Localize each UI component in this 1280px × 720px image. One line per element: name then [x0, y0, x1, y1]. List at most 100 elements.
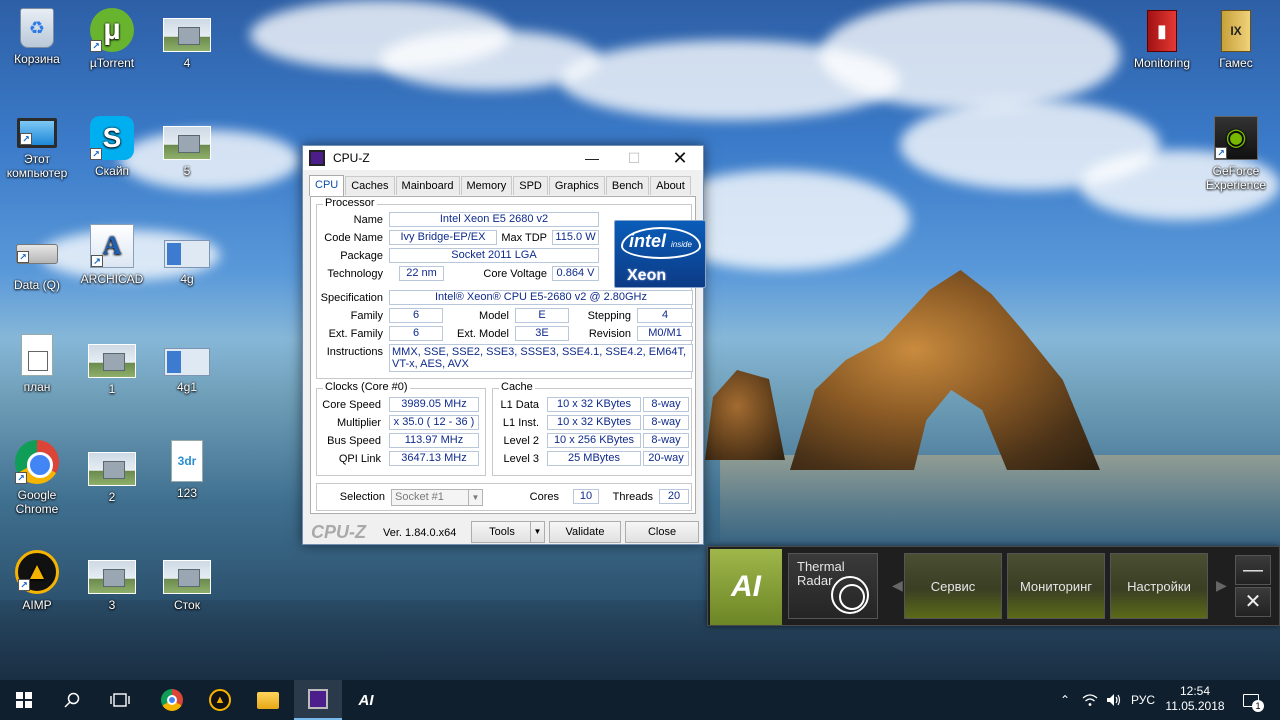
- close-window-button[interactable]: ✕: [657, 146, 703, 170]
- taskbar-ai-suite[interactable]: AI: [342, 680, 390, 720]
- name-value: Intel Xeon E5 2680 v2: [389, 212, 599, 227]
- 3dr-file-icon: 3dr: [171, 440, 203, 482]
- wifi-icon[interactable]: [1080, 680, 1100, 720]
- name-label: Name: [353, 214, 383, 226]
- taskbar-chrome[interactable]: [148, 680, 196, 720]
- corevoltage-value: 0.864 V: [552, 266, 599, 281]
- technology-value: 22 nm: [399, 266, 444, 281]
- gadget-logo[interactable]: AI: [710, 549, 782, 625]
- socket-select[interactable]: Socket #1 ▼: [391, 489, 483, 506]
- desktop-icon-utorrent[interactable]: µ ↗ µTorrent: [72, 8, 152, 70]
- taskbar-clock[interactable]: 12:54 11.05.2018: [1160, 684, 1230, 714]
- tab-cpu[interactable]: CPU: [309, 175, 345, 196]
- book-icon: ▮: [1147, 10, 1177, 52]
- task-view-button[interactable]: [96, 680, 144, 720]
- desktop-icon-5[interactable]: 5: [147, 126, 227, 178]
- extfamily-value: 6: [389, 326, 443, 341]
- revision-label: Revision: [588, 328, 631, 340]
- skype-icon: S ↗: [90, 116, 134, 160]
- qpilink-label: QPI Link: [338, 453, 381, 465]
- desktop-icon-games[interactable]: IX Гамес: [1196, 10, 1276, 70]
- version-text: Ver. 1.84.0.x64: [383, 527, 457, 539]
- processor-group-label: Processor: [323, 197, 377, 209]
- clock-date: 11.05.2018: [1165, 699, 1225, 713]
- input-language-indicator[interactable]: РУС: [1128, 680, 1158, 720]
- minimize-icon: —: [1243, 559, 1263, 581]
- action-center-button[interactable]: 1: [1234, 680, 1268, 720]
- house-image-icon: [88, 560, 136, 594]
- stepping-value: 4: [637, 308, 693, 323]
- desktop-icon-google-chrome[interactable]: ↗ Google Chrome: [0, 440, 77, 516]
- desktop-icon-this-computer[interactable]: ↗ Этот компьютер: [0, 118, 77, 180]
- thermal-radar-gadget: AI Thermal Radar ◀ Сервис Мониторинг Нас…: [707, 546, 1280, 626]
- desktop-icon-4g1[interactable]: 4g1: [147, 348, 227, 394]
- search-button[interactable]: [48, 680, 96, 720]
- tab-spd[interactable]: SPD: [513, 176, 548, 195]
- desktop-icon-123[interactable]: 3dr 123: [147, 440, 227, 500]
- gadget-minimize-button[interactable]: —: [1235, 555, 1271, 585]
- codename-value: Ivy Bridge-EP/EX: [389, 230, 497, 245]
- menu-monitoring[interactable]: Мониторинг: [1007, 553, 1105, 619]
- corespeed-value: 3989.05 MHz: [389, 397, 479, 412]
- multiplier-value: x 35.0 ( 12 - 36 ): [389, 415, 479, 430]
- extfamily-label: Ext. Family: [328, 328, 383, 340]
- taskbar-file-explorer[interactable]: [244, 680, 292, 720]
- busspeed-label: Bus Speed: [327, 435, 381, 447]
- cpuz-footer: CPU-Z Ver. 1.84.0.x64 Tools ▼ Validate C…: [303, 518, 703, 544]
- cache-l1data-size: 10 x 32 KBytes: [547, 397, 641, 412]
- tray-chevron-up-icon[interactable]: ⌃: [1056, 680, 1074, 720]
- tab-caches[interactable]: Caches: [345, 176, 395, 195]
- gadget-close-button[interactable]: ✕: [1235, 587, 1271, 617]
- desktop-icon-data-drive[interactable]: ↗ Data (Q): [0, 230, 77, 292]
- windows-logo-icon: [16, 692, 32, 708]
- desktop-icon-aimp[interactable]: ▲ ↗ AIMP: [0, 550, 77, 612]
- clocks-group: Clocks (Core #0) Core Speed 3989.05 MHz …: [316, 381, 486, 476]
- desktop-icon-recycle-bin[interactable]: ♻ Корзина: [0, 8, 77, 66]
- computer-icon: ↗: [17, 118, 57, 148]
- desktop-icon-2[interactable]: 2: [72, 452, 152, 504]
- utorrent-icon: µ ↗: [90, 8, 134, 52]
- menu-settings[interactable]: Настройки: [1110, 553, 1208, 619]
- desktop-icon-4[interactable]: 4: [147, 18, 227, 70]
- desktop-icon-geforce-experience[interactable]: ◉ ↗ GeForce Experience: [1196, 116, 1276, 192]
- desktop-icon-skype[interactable]: S ↗ Скайп: [72, 116, 152, 178]
- scroll-right-icon[interactable]: ▶: [1216, 577, 1227, 594]
- volume-icon[interactable]: [1104, 680, 1124, 720]
- tab-bench[interactable]: Bench: [605, 176, 650, 195]
- desktop-icon-4g[interactable]: 4g: [147, 240, 227, 286]
- desktop-icon-1[interactable]: 1: [72, 344, 152, 396]
- desktop-icon-archicad[interactable]: A ↗ ARCHICAD: [72, 224, 152, 286]
- corevoltage-label: Core Voltage: [483, 268, 547, 280]
- tab-about[interactable]: About: [650, 176, 691, 195]
- thermal-radar-tile[interactable]: Thermal Radar: [788, 553, 878, 619]
- processor-group: Processor Name Intel Xeon E5 2680 v2 Cod…: [316, 197, 706, 379]
- cache-l2-size: 10 x 256 KBytes: [547, 433, 641, 448]
- scroll-left-icon[interactable]: ◀: [892, 577, 903, 594]
- desktop-icon-3[interactable]: 3: [72, 560, 152, 612]
- taskbar-cpuz[interactable]: [294, 680, 342, 720]
- technology-label: Technology: [327, 268, 383, 280]
- desktop-icon-monitoring[interactable]: ▮ Monitoring: [1122, 10, 1202, 70]
- validate-button[interactable]: Validate: [549, 521, 621, 543]
- maximize-button[interactable]: ☐: [611, 146, 657, 170]
- tab-mainboard[interactable]: Mainboard: [395, 176, 460, 195]
- minimize-button[interactable]: —: [569, 146, 615, 170]
- desktop-icon-plan[interactable]: план: [0, 334, 77, 394]
- close-button[interactable]: Close: [625, 521, 699, 543]
- chevron-down-icon: ▼: [530, 522, 544, 542]
- tab-graphics[interactable]: Graphics: [548, 176, 605, 195]
- start-button[interactable]: [0, 680, 48, 720]
- tab-memory[interactable]: Memory: [460, 176, 513, 195]
- revision-value: M0/M1: [637, 326, 693, 341]
- cache-l2-way: 8-way: [643, 433, 689, 448]
- task-view-icon: [110, 693, 130, 707]
- folder-icon: [257, 691, 279, 709]
- desktop-icon-stock[interactable]: Сток: [147, 560, 227, 612]
- title-bar[interactable]: CPU-Z — ☐ ✕: [303, 146, 703, 170]
- close-icon: ✕: [672, 148, 688, 168]
- drive-icon: ↗: [16, 244, 58, 264]
- menu-service[interactable]: Сервис: [904, 553, 1002, 619]
- aimp-icon: ▲ ↗: [15, 550, 59, 594]
- tools-button[interactable]: Tools ▼: [471, 521, 545, 543]
- taskbar-aimp[interactable]: ▲: [196, 680, 244, 720]
